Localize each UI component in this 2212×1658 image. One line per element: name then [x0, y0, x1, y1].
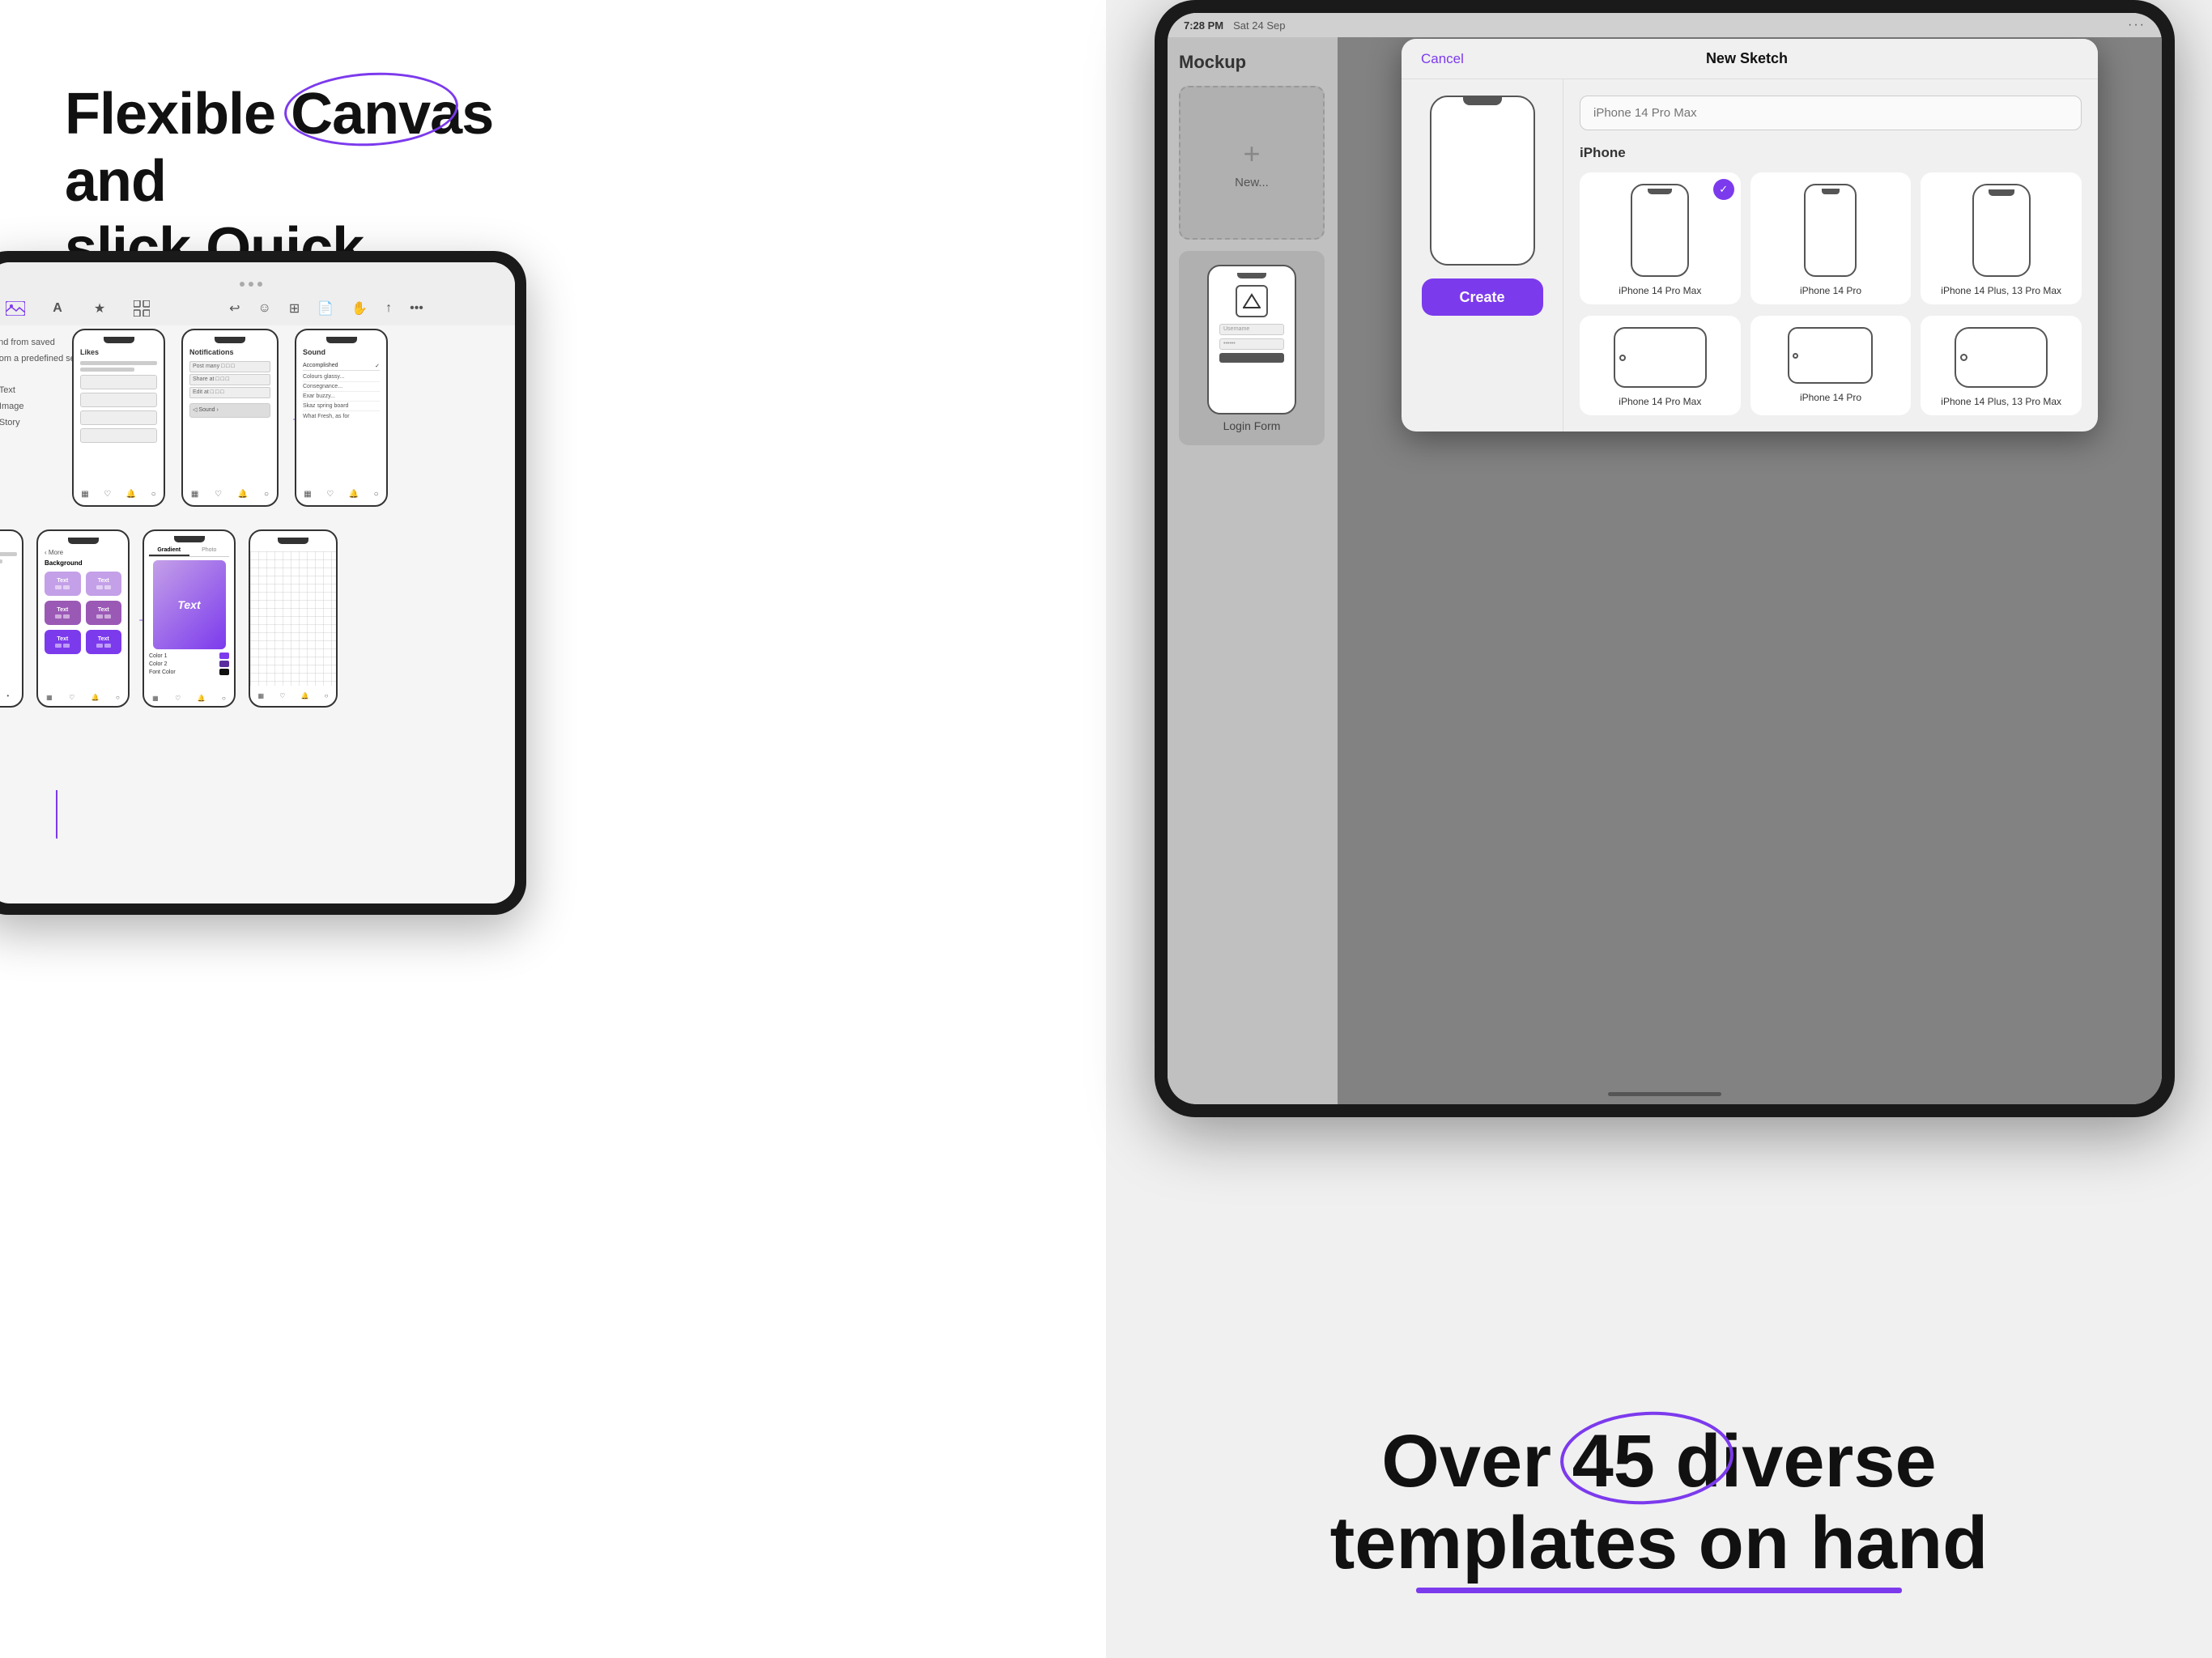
- wf-phone-empty-grid: ▦♡🔔○: [249, 529, 338, 708]
- sketch-name-input[interactable]: [1580, 96, 2082, 130]
- device-card-landscape-3[interactable]: iPhone 14 Plus, 13 Pro Max: [1921, 316, 2082, 415]
- toolbar-dots: [240, 282, 262, 287]
- device-card-iphone14pro[interactable]: iPhone 14 Pro: [1750, 172, 1912, 304]
- doc-icon[interactable]: 📄: [317, 300, 334, 317]
- login-form-label: Login Form: [1223, 419, 1281, 432]
- device-card-landscape-1[interactable]: iPhone 14 Pro Max: [1580, 316, 1741, 415]
- image-tool-icon[interactable]: [3, 300, 28, 317]
- ipad-left-screen: A ★ ↩ ☺ ⊞ 📄 ✋ ↑ •••: [0, 262, 515, 903]
- left-labels: und from saved from a predefined set • T…: [0, 335, 78, 432]
- wf-phone-gradient: Gradient Photo Text Color 1: [143, 529, 236, 708]
- wf-phone-likes: Likes ▦♡🔔○: [72, 329, 165, 507]
- more-icon[interactable]: •••: [410, 301, 423, 316]
- device-grid-row1: ✓ iPhone 14 Pro Max: [1580, 172, 2082, 304]
- device-name-1: iPhone 14 Pro Max: [1619, 285, 1701, 296]
- device-card-landscape-2[interactable]: iPhone 14 Pro: [1750, 316, 1912, 415]
- label-text: • Text: [0, 383, 78, 399]
- device-name-3: iPhone 14 Plus, 13 Pro Max: [1941, 285, 2061, 296]
- phone-preview-img-3: [1972, 184, 2031, 277]
- modal-device-section: iPhone ✓ iPhone 14 Pro Max: [1563, 79, 2098, 432]
- left-panel: Flexible Canvas and slick Quick Actions: [0, 0, 1106, 1658]
- modal-overlay: Cancel New Sketch Creat: [1338, 31, 2162, 1104]
- device-name-2: iPhone 14 Pro: [1800, 285, 1861, 296]
- ipad-right-screen: 7:28 PM Sat 24 Sep ··· Mockup + New...: [1168, 13, 2162, 1104]
- wf-phone-partial: ○•: [0, 529, 23, 708]
- device-grid-row2: iPhone 14 Pro Max iPhone 14 Pro: [1580, 316, 2082, 415]
- sidebar-title: Mockup: [1179, 52, 1326, 73]
- wireframe-row-1: Likes ▦♡🔔○ Notifications Post many □ □ □: [72, 329, 388, 507]
- notch: [104, 337, 134, 343]
- canvas-word: Canvas: [291, 81, 493, 148]
- modal-title-text: New Sketch: [1706, 50, 1788, 67]
- new-sketch-modal: Cancel New Sketch Creat: [1402, 39, 2098, 432]
- templates-underline-decoration: [1416, 1588, 1902, 1593]
- iphone-section-title: iPhone: [1580, 145, 2082, 161]
- login-form-card[interactable]: Username •••••• Login Form: [1179, 251, 1325, 445]
- number-45-wrapper: 45: [1572, 1421, 1655, 1503]
- tablet-preview-3: [1955, 327, 2048, 388]
- headline-line1: Flexible Canvas and: [65, 82, 493, 214]
- modal-phone-preview: [1430, 96, 1535, 266]
- new-card-plus-icon: +: [1243, 137, 1260, 171]
- tablet-preview-1: [1614, 327, 1707, 388]
- number-45: 45: [1572, 1420, 1655, 1503]
- new-card-label: New...: [1235, 176, 1269, 189]
- arrow-decoration: [56, 790, 57, 839]
- status-more-dots: ···: [2128, 18, 2146, 32]
- right-panel: 7:28 PM Sat 24 Sep ··· Mockup + New...: [1106, 0, 2212, 1658]
- phone-preview-img: [1631, 184, 1689, 277]
- device-name-4: iPhone 14 Pro Max: [1619, 396, 1701, 407]
- bottom-headline: Over 45 diverse templates on hand: [1106, 1421, 2212, 1593]
- modal-cancel-button[interactable]: Cancel: [1421, 51, 1464, 67]
- share-icon[interactable]: ↑: [385, 301, 392, 316]
- ipad-status-bar: 7:28 PM Sat 24 Sep ···: [1168, 13, 2162, 37]
- label-story: • Story: [0, 415, 78, 432]
- ipad-left-device: A ★ ↩ ☺ ⊞ 📄 ✋ ↑ •••: [0, 251, 526, 915]
- bottom-headline-text: Over 45 diverse templates on hand: [1106, 1421, 2212, 1593]
- wf-phone-sound: Sound Accomplished✓ Colours glassy... Co…: [295, 329, 388, 507]
- ipad-home-indicator: [1608, 1092, 1721, 1096]
- canvas-circle-decoration: [283, 68, 460, 150]
- ipad-right-device: 7:28 PM Sat 24 Sep ··· Mockup + New...: [1155, 0, 2175, 1117]
- device-name-5: iPhone 14 Pro: [1800, 392, 1861, 403]
- undo-icon[interactable]: ↩: [229, 300, 240, 317]
- device-name-6: iPhone 14 Plus, 13 Pro Max: [1941, 396, 2061, 407]
- mockup-sidebar: Mockup + New... Use: [1168, 37, 1338, 1104]
- emoji-icon[interactable]: ☺: [258, 301, 271, 316]
- modal-preview-section: Create: [1402, 79, 1563, 432]
- label-predefined: from a predefined set: [0, 351, 78, 368]
- bottom-line1: Over 45 diverse: [1381, 1420, 1936, 1503]
- grid-tool-icon[interactable]: [130, 300, 154, 317]
- modal-phone-notch: [1463, 97, 1502, 105]
- selected-checkmark: ✓: [1713, 179, 1734, 200]
- tablet-preview-2: [1788, 327, 1873, 384]
- device-card-iphone14plus[interactable]: iPhone 14 Plus, 13 Pro Max: [1921, 172, 2082, 304]
- wf-phone-background: ‹ More Background Text Text: [36, 529, 130, 708]
- status-date: Sat 24 Sep: [1233, 19, 1285, 32]
- wf-phone-notifications: Notifications Post many □ □ □ Share at □…: [181, 329, 279, 507]
- label-image: • Image: [0, 399, 78, 415]
- new-card[interactable]: + New...: [1179, 86, 1325, 240]
- text-tool-icon[interactable]: A: [45, 300, 70, 317]
- puzzle-icon[interactable]: ⊞: [289, 300, 300, 317]
- wireframe-row-2: ○• ‹ More Background Text: [0, 529, 338, 708]
- status-time: 7:28 PM: [1184, 19, 1223, 32]
- modal-header: Cancel New Sketch: [1402, 39, 2098, 79]
- star-tool-icon[interactable]: ★: [87, 300, 112, 317]
- phone-preview-img-2: [1804, 184, 1857, 277]
- modal-body: Create iPhone ✓: [1402, 79, 2098, 432]
- create-button[interactable]: Create: [1422, 278, 1543, 316]
- hand-icon[interactable]: ✋: [351, 300, 368, 317]
- device-card-iphone14promax[interactable]: ✓ iPhone 14 Pro Max: [1580, 172, 1741, 304]
- label-und: und from saved: [0, 335, 78, 351]
- bottom-line2: templates on hand: [1106, 1502, 2212, 1593]
